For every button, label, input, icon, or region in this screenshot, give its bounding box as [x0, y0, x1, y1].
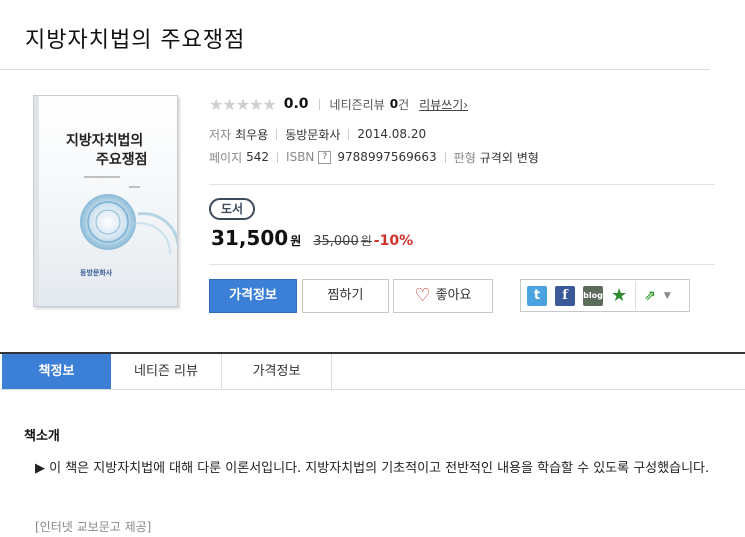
publisher-link[interactable]: 동방문화사: [285, 126, 340, 143]
book-cover-image[interactable]: 지방자치법의 주요쟁점 ━━━━━━━━━━ ━━━ 동방문화사: [33, 95, 178, 307]
cover-swirl-graphic: [80, 194, 177, 255]
like-label: 좋아요: [435, 288, 472, 303]
facebook-icon[interactable]: f: [555, 285, 575, 306]
tab-bar-bottom-border: [0, 389, 745, 390]
review-unit: 건: [398, 97, 410, 112]
product-type-badge: 도서: [209, 198, 255, 220]
heart-icon: ♡: [414, 285, 431, 306]
twitter-icon[interactable]: t: [527, 285, 547, 306]
write-review-link[interactable]: 리뷰쓰기›: [419, 96, 468, 113]
rating-stars-icon: ★★★★★: [209, 94, 277, 114]
tab-book-info[interactable]: 책정보: [2, 354, 111, 389]
divider: [276, 128, 278, 140]
pages-label: 페이지: [209, 150, 243, 165]
divider: [277, 151, 279, 163]
book-intro-text: ▶ 이 책은 지방자치법에 대해 다룬 이론서입니다. 지방자치법의 기초적이고…: [35, 461, 710, 476]
blog-icon[interactable]: blog: [583, 285, 603, 306]
author-label: 저자: [209, 127, 232, 142]
details-row: 페이지 542 ISBN ? 9788997569663 판형 규격외 변형: [209, 149, 539, 165]
wishlist-button[interactable]: 찜하기: [302, 279, 389, 313]
rating-row: ★★★★★ 0.0 네티즌리뷰 0 건 리뷰쓰기›: [209, 94, 468, 114]
favorite-star-icon[interactable]: ★: [611, 285, 627, 306]
source-credit: [인터넷 교보문고 제공]: [35, 520, 152, 534]
price-row: 31,500 원 35,000 원 -10%: [211, 226, 413, 250]
share-icon[interactable]: ⇗: [644, 288, 656, 304]
sale-price: 31,500: [211, 226, 289, 250]
share-toolbar: t f blog ★ ⇗ ▼: [520, 279, 690, 312]
discount-rate: -10%: [373, 233, 414, 249]
review-count: 0: [389, 97, 399, 111]
isbn-value: 9788997569663: [337, 150, 437, 164]
title-divider: [0, 69, 710, 70]
page-title: 지방자치법의 주요쟁점: [25, 28, 246, 53]
original-price-unit: 원: [360, 234, 372, 248]
cover-title-line1: 지방자치법의: [66, 133, 144, 149]
cover-spine: [34, 96, 39, 306]
author-link[interactable]: 최우용: [235, 126, 268, 143]
section-title: 책소개: [24, 429, 60, 444]
pages-value: 542: [246, 150, 270, 164]
divider: [318, 98, 320, 110]
price-info-button[interactable]: 가격정보: [209, 279, 297, 313]
tab-price-info[interactable]: 가격정보: [222, 354, 332, 389]
isbn-help-icon[interactable]: ?: [318, 150, 332, 164]
cover-publisher: 동방문화사: [80, 269, 113, 277]
author-row: 저자 최우용 동방문화사 2014.08.20: [209, 126, 426, 142]
isbn-label: ISBN: [286, 150, 315, 164]
divider: [444, 151, 446, 163]
sale-price-unit: 원: [290, 234, 302, 248]
format-label: 판형: [453, 150, 476, 165]
chevron-down-icon[interactable]: ▼: [664, 291, 671, 301]
review-label: 네티즌리뷰: [329, 97, 385, 112]
price-divider: [209, 264, 715, 265]
tab-netizen-review[interactable]: 네티즌 리뷰: [111, 354, 222, 389]
info-divider: [209, 184, 715, 185]
publish-date: 2014.08.20: [357, 127, 427, 141]
cover-subtitle: ━━━━━━━━━━: [84, 174, 121, 181]
original-price: 35,000: [313, 234, 359, 249]
rating-score: 0.0: [283, 96, 309, 112]
like-button[interactable]: ♡ 좋아요: [393, 279, 493, 313]
divider: [635, 282, 637, 309]
cover-title-line2: 주요쟁점: [96, 152, 148, 168]
format-value: 규격외 변형: [479, 150, 539, 165]
divider: [348, 128, 350, 140]
